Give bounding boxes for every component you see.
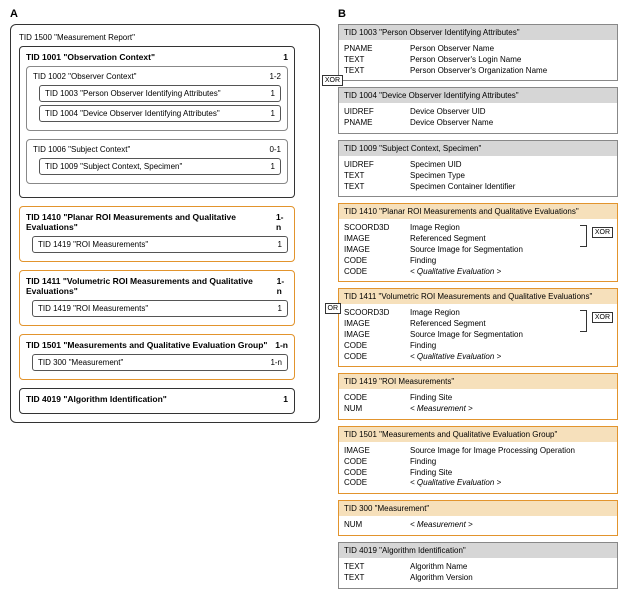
attr-row: CODEFinding Site xyxy=(344,393,612,404)
attr-row: SCOORD3DImage Region xyxy=(344,308,612,319)
attr-row: CODE< Qualitative Evaluation > xyxy=(344,478,612,489)
attr-row: TEXTPerson Observer's Login Name xyxy=(344,55,612,66)
tid-1002-box: TID 1002 "Observer Context" 1-2 TID 1003… xyxy=(26,66,288,131)
attr-row: TEXTAlgorithm Version xyxy=(344,573,612,584)
attr-row: UIDREFSpecimen UID xyxy=(344,160,612,171)
attr-row: CODEFinding xyxy=(344,457,612,468)
panel-b-label: B xyxy=(338,8,618,20)
tid-1004-row: TID 1004 "Device Observer Identifying At… xyxy=(39,105,281,122)
b-tid-1419: TID 1419 "ROI Measurements" CODEFinding … xyxy=(338,373,618,420)
attr-row: TEXTPerson Observer's Organization Name xyxy=(344,66,612,77)
attr-row: IMAGESource Image for Image Processing O… xyxy=(344,446,612,457)
tid-1009-row: TID 1009 "Subject Context, Specimen" 1 xyxy=(39,158,281,175)
attr-row: TEXTSpecimen Container Identifier xyxy=(344,182,612,193)
tid-4019-box: TID 4019 "Algorithm Identification" 1 xyxy=(19,388,295,414)
tid-1410-box: TID 1410 "Planar ROI Measurements and Qu… xyxy=(19,206,295,262)
panel-a-label: A xyxy=(10,8,320,20)
attr-row: IMAGESource Image for Segmentation xyxy=(344,330,612,341)
b-tid-4019: TID 4019 "Algorithm Identification" TEXT… xyxy=(338,542,618,589)
b-tid-1004: TID 1004 "Device Observer Identifying At… xyxy=(338,87,618,134)
attr-row: CODEFinding xyxy=(344,341,612,352)
b-tid-1003: TID 1003 "Person Observer Identifying At… xyxy=(338,24,618,81)
xor-bracket xyxy=(580,310,587,332)
attr-row: TEXTAlgorithm Name xyxy=(344,562,612,573)
attr-row: CODEFinding Site xyxy=(344,468,612,479)
attr-row: CODEFinding xyxy=(344,256,612,267)
attr-row: PNAMEPerson Observer Name xyxy=(344,44,612,55)
xor-operator: XOR xyxy=(592,312,613,323)
panel-a: A TID 1500 "Measurement Report" XOR TID … xyxy=(10,8,320,423)
panel-b: B TID 1003 "Person Observer Identifying … xyxy=(338,8,618,595)
attr-row: CODE< Qualitative Evaluation > xyxy=(344,267,612,278)
tid-1419-row-b: TID 1419 "ROI Measurements" 1 xyxy=(32,300,288,317)
attr-row: NUM< Measurement > xyxy=(344,404,612,415)
attr-row: IMAGEReferenced Segment xyxy=(344,234,612,245)
b-tid-1410: TID 1410 "Planar ROI Measurements and Qu… xyxy=(338,203,618,282)
tid-1500-outer: TID 1500 "Measurement Report" XOR TID 10… xyxy=(10,24,320,423)
tid-1001-box: TID 1001 "Observation Context" 1 TID 100… xyxy=(19,46,295,198)
attr-row: UIDREFDevice Observer UID xyxy=(344,107,612,118)
b-tid-1501: TID 1501 "Measurements and Qualitative E… xyxy=(338,426,618,494)
attr-row: IMAGEReferenced Segment xyxy=(344,319,612,330)
tid-1419-row-a: TID 1419 "ROI Measurements" 1 xyxy=(32,236,288,253)
attr-row: NUM< Measurement > xyxy=(344,520,612,531)
b-tid-1411: TID 1411 "Volumetric ROI Measurements an… xyxy=(338,288,618,367)
tid-1006-box: TID 1006 "Subject Context" 0-1 TID 1009 … xyxy=(26,139,288,184)
tid-1500-title: TID 1500 "Measurement Report" xyxy=(19,33,295,42)
attr-row: SCOORD3DImage Region xyxy=(344,223,612,234)
attr-row: CODE< Qualitative Evaluation > xyxy=(344,352,612,363)
tid-1003-row: TID 1003 "Person Observer Identifying At… xyxy=(39,85,281,102)
xor-bracket xyxy=(580,225,587,247)
attr-row: IMAGESource Image for Segmentation xyxy=(344,245,612,256)
xor-operator: XOR xyxy=(592,227,613,238)
tid-300-row: TID 300 "Measurement" 1-n xyxy=(32,354,288,371)
tid-1411-box: TID 1411 "Volumetric ROI Measurements an… xyxy=(19,270,295,326)
b-tid-1009: TID 1009 "Subject Context, Specimen" UID… xyxy=(338,140,618,197)
attr-row: PNAMEDevice Observer Name xyxy=(344,118,612,129)
tid-1501-box: TID 1501 "Measurements and Qualitative E… xyxy=(19,334,295,380)
attr-row: TEXTSpecimen Type xyxy=(344,171,612,182)
b-tid-300: TID 300 "Measurement" NUM< Measurement > xyxy=(338,500,618,536)
